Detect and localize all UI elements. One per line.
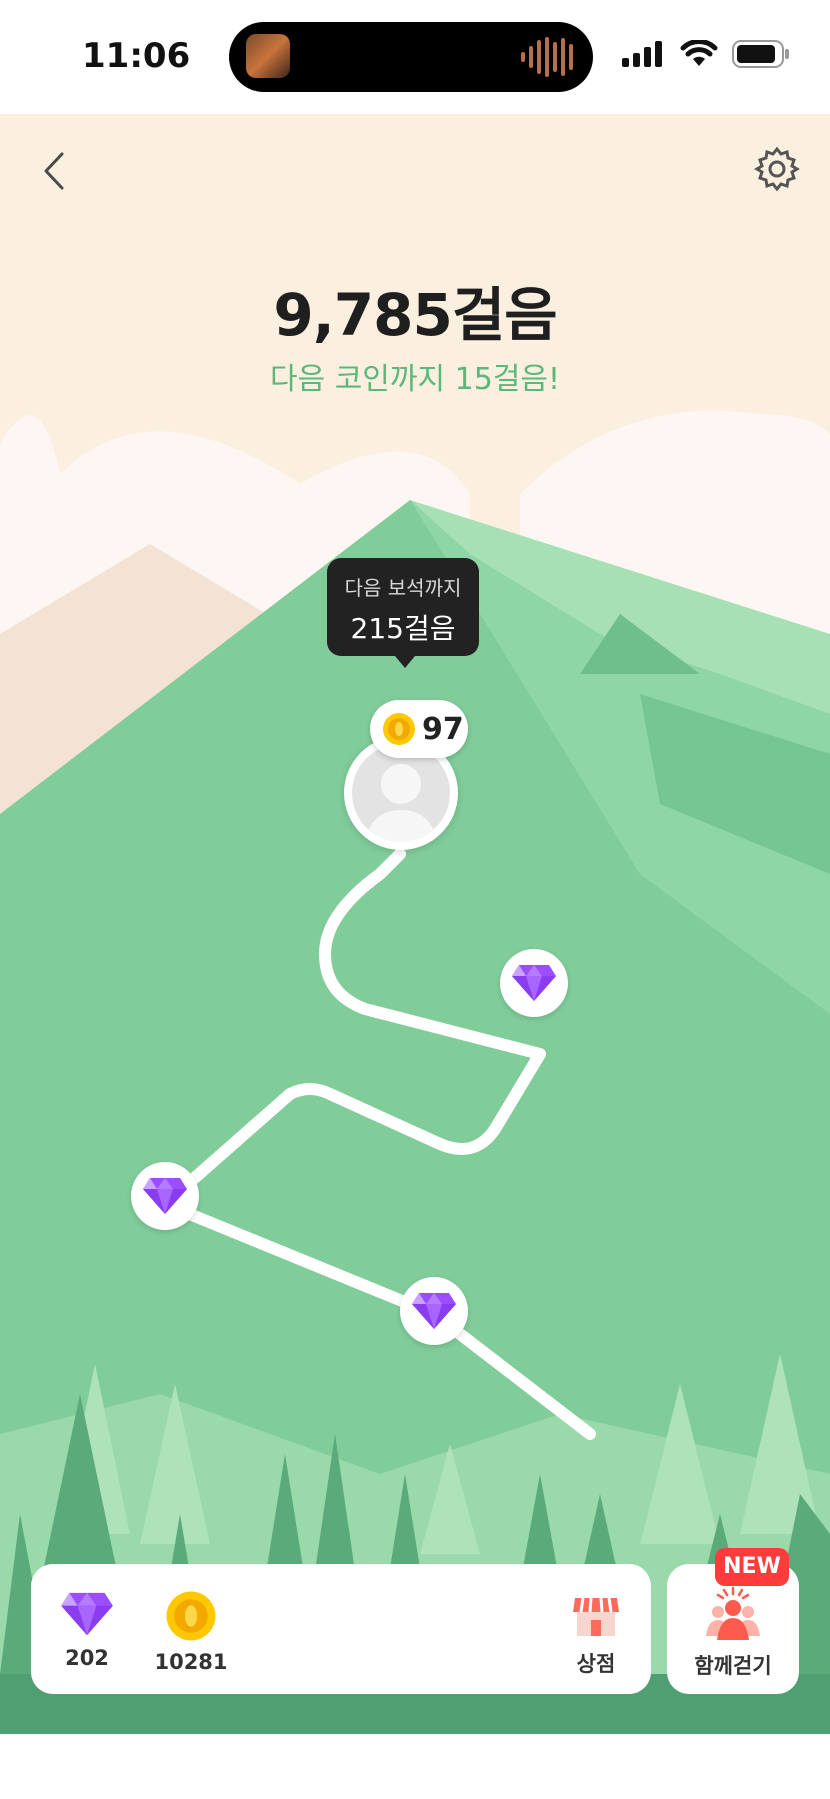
- wifi-icon: [680, 40, 718, 66]
- status-time: 11:06: [82, 36, 191, 76]
- walk-together-label: 함께걷기: [694, 1654, 772, 1678]
- walking-map-scene: 9,785걸음 다음 코인까지 15걸음! 다음 보석까지 215걸음 97: [0, 114, 830, 1734]
- gem-node[interactable]: [131, 1162, 199, 1230]
- inventory-panel: 202 10281 상점: [31, 1564, 651, 1694]
- status-bar: 11:06: [0, 0, 830, 114]
- total-steps: 9,785걸음: [273, 281, 557, 349]
- cellular-signal-icon: [622, 41, 662, 67]
- next-gem-tooltip: 다음 보석까지 215걸음: [327, 558, 479, 668]
- tooltip-title: 다음 보석까지: [344, 576, 462, 600]
- back-arrow-icon[interactable]: [36, 148, 74, 194]
- avatar-coin-badge: 97: [370, 700, 468, 758]
- gem-count: 202: [65, 1646, 109, 1670]
- coin-icon: [166, 1591, 216, 1641]
- tooltip-steps: 215걸음: [350, 612, 456, 645]
- coin-count: 10281: [154, 1650, 228, 1674]
- status-icons: [622, 40, 790, 68]
- shop-icon: [573, 1597, 619, 1636]
- next-coin-message: 다음 코인까지 15걸음!: [269, 362, 561, 397]
- gear-icon[interactable]: [752, 144, 802, 194]
- gem-icon: [512, 965, 556, 1001]
- gem-node[interactable]: [400, 1277, 468, 1345]
- now-playing-artwork: [246, 34, 290, 78]
- coin-stat[interactable]: 10281: [146, 1590, 236, 1674]
- gem-icon: [412, 1293, 456, 1329]
- gem-icon: [143, 1178, 187, 1214]
- shop-button[interactable]: 상점: [571, 1590, 621, 1678]
- avatar-coin-count: 97: [422, 711, 464, 747]
- gem-node[interactable]: [500, 949, 568, 1017]
- new-badge: NEW: [715, 1548, 789, 1586]
- avatar-placeholder-icon: [352, 744, 450, 842]
- dynamic-island: [229, 22, 593, 92]
- home-indicator-area: [0, 1734, 830, 1799]
- audio-waveform-icon: [521, 36, 573, 78]
- coin-icon: [383, 713, 415, 745]
- walk-together-icon: [706, 1586, 760, 1640]
- gem-stat[interactable]: 202: [57, 1590, 117, 1670]
- shop-label: 상점: [576, 1652, 616, 1676]
- gem-icon: [61, 1592, 113, 1636]
- battery-icon: [732, 40, 789, 68]
